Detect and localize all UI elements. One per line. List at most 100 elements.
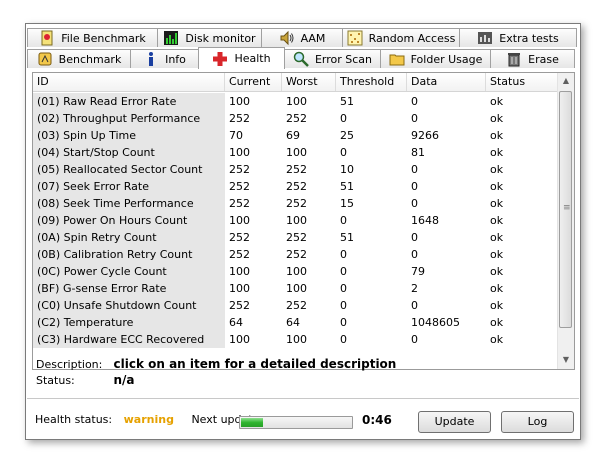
cell-threshold: 51: [340, 95, 354, 108]
cell-data: 1648: [411, 214, 439, 227]
cell-status: ok: [490, 95, 504, 108]
cell-status: ok: [490, 112, 504, 125]
column-header-status[interactable]: Status: [486, 73, 560, 91]
file-benchmark-icon: [39, 30, 55, 46]
list-header: ID Current Worst Threshold Data Status: [33, 73, 560, 92]
cell-threshold: 0: [340, 146, 347, 159]
column-header-current[interactable]: Current: [225, 73, 282, 91]
cell-current: 252: [229, 299, 250, 312]
cell-current: 100: [229, 265, 250, 278]
cell-id: (03) Spin Up Time: [33, 127, 225, 144]
cell-status: ok: [490, 299, 504, 312]
cell-status: ok: [490, 214, 504, 227]
cell-id: (C0) Unsafe Shutdown Count: [33, 297, 225, 314]
scroll-down-arrow-icon[interactable]: ▼: [559, 352, 573, 368]
table-row[interactable]: (C0) Unsafe Shutdown Count 252 252 0 0 ok: [33, 297, 560, 314]
tab-benchmark[interactable]: Benchmark: [27, 49, 131, 68]
column-header-data[interactable]: Data: [407, 73, 486, 91]
table-row[interactable]: (01) Raw Read Error Rate 100 100 51 0 ok: [33, 93, 560, 110]
cell-data: 79: [411, 265, 425, 278]
app-window: File Benchmark Disk monitor AAM Random Acce…: [25, 23, 581, 440]
column-header-threshold[interactable]: Threshold: [336, 73, 407, 91]
footer: Health status: warning Next update:: [35, 413, 263, 433]
cell-threshold: 0: [340, 248, 347, 261]
tab-info[interactable]: Info: [130, 49, 199, 68]
column-header-worst[interactable]: Worst: [282, 73, 336, 91]
table-row[interactable]: (02) Throughput Performance 252 252 0 0 ok: [33, 110, 560, 127]
cell-worst: 69: [286, 129, 300, 142]
tab-error-scan[interactable]: Error Scan: [284, 49, 381, 68]
description-area: Description: click on an item for a deta…: [36, 357, 396, 389]
table-row[interactable]: (0A) Spin Retry Count 252 252 51 0 ok: [33, 229, 560, 246]
table-row[interactable]: (05) Reallocated Sector Count 252 252 10 0 ok: [33, 161, 560, 178]
tab-aam[interactable]: AAM: [261, 28, 343, 47]
cell-status: ok: [490, 265, 504, 278]
column-header-id[interactable]: ID: [33, 73, 225, 91]
update-timer: 0:46: [362, 413, 392, 427]
smart-attribute-list[interactable]: ID Current Worst Threshold Data Status (01) R…: [32, 72, 575, 370]
log-button[interactable]: Log: [501, 411, 574, 433]
cell-status: ok: [490, 316, 504, 329]
cell-data: 0: [411, 333, 418, 346]
cell-current: 100: [229, 282, 250, 295]
cell-id: (BF) G-sense Error Rate: [33, 280, 225, 297]
disk-monitor-icon: [163, 30, 179, 46]
cell-id: (09) Power On Hours Count: [33, 212, 225, 229]
cell-status: ok: [490, 197, 504, 210]
cell-current: 100: [229, 146, 250, 159]
cell-worst: 252: [286, 163, 307, 176]
cell-worst: 64: [286, 316, 300, 329]
health-status-label: Health status:: [35, 413, 113, 426]
tab-disk-monitor[interactable]: Disk monitor: [157, 28, 262, 47]
progress-fill: [241, 418, 263, 427]
cell-threshold: 51: [340, 231, 354, 244]
table-row[interactable]: (BF) G-sense Error Rate 100 100 0 2 ok: [33, 280, 560, 297]
tab-folder-usage[interactable]: Folder Usage: [380, 49, 491, 68]
cell-worst: 100: [286, 333, 307, 346]
cell-worst: 252: [286, 231, 307, 244]
vertical-scrollbar[interactable]: ▲ ≡ ▼: [557, 73, 574, 369]
cell-threshold: 0: [340, 282, 347, 295]
cell-data: 0: [411, 180, 418, 193]
cell-threshold: 25: [340, 129, 354, 142]
cell-data: 0: [411, 112, 418, 125]
cell-threshold: 0: [340, 112, 347, 125]
table-row[interactable]: (07) Seek Error Rate 252 252 51 0 ok: [33, 178, 560, 195]
cell-data: 81: [411, 146, 425, 159]
cell-current: 252: [229, 163, 250, 176]
table-row[interactable]: (0B) Calibration Retry Count 252 252 0 0 ok: [33, 246, 560, 263]
description-value: click on an item for a detailed descript…: [113, 357, 397, 371]
tab-label: Disk monitor: [185, 31, 256, 45]
tab-health[interactable]: Health: [198, 47, 285, 69]
table-row[interactable]: (08) Seek Time Performance 252 252 15 0 ok: [33, 195, 560, 212]
table-row[interactable]: (09) Power On Hours Count 100 100 0 1648 ok: [33, 212, 560, 229]
cell-threshold: 0: [340, 265, 347, 278]
update-button[interactable]: Update: [418, 411, 491, 433]
cell-worst: 252: [286, 248, 307, 261]
cell-worst: 252: [286, 112, 307, 125]
cell-threshold: 10: [340, 163, 354, 176]
cell-current: 100: [229, 214, 250, 227]
tab-label: Folder Usage: [410, 52, 483, 66]
table-row[interactable]: (0C) Power Cycle Count 100 100 0 79 ok: [33, 263, 560, 280]
scroll-up-arrow-icon[interactable]: ▲: [559, 73, 573, 89]
tab-random-access[interactable]: Random Access: [342, 28, 460, 47]
table-row[interactable]: (C2) Temperature 64 64 0 1048605 ok: [33, 314, 560, 331]
tab-file-benchmark[interactable]: File Benchmark: [27, 28, 158, 47]
cell-id: (0C) Power Cycle Count: [33, 263, 225, 280]
tab-erase[interactable]: Erase: [490, 49, 575, 68]
table-row[interactable]: (C3) Hardware ECC Recovered 100 100 0 0 ok: [33, 331, 560, 348]
scrollbar-thumb[interactable]: ≡: [559, 91, 572, 328]
cell-threshold: 0: [340, 214, 347, 227]
tab-label: Benchmark: [58, 52, 122, 66]
cell-id: (07) Seek Error Rate: [33, 178, 225, 195]
folder-icon: [389, 51, 405, 67]
tab-label: Health: [234, 52, 271, 65]
cell-worst: 100: [286, 95, 307, 108]
tab-extra-tests[interactable]: Extra tests: [459, 28, 577, 47]
cell-threshold: 0: [340, 333, 347, 346]
table-row[interactable]: (03) Spin Up Time 70 69 25 9266 ok: [33, 127, 560, 144]
table-row[interactable]: (04) Start/Stop Count 100 100 0 81 ok: [33, 144, 560, 161]
cell-data: 0: [411, 231, 418, 244]
cell-data: 0: [411, 95, 418, 108]
